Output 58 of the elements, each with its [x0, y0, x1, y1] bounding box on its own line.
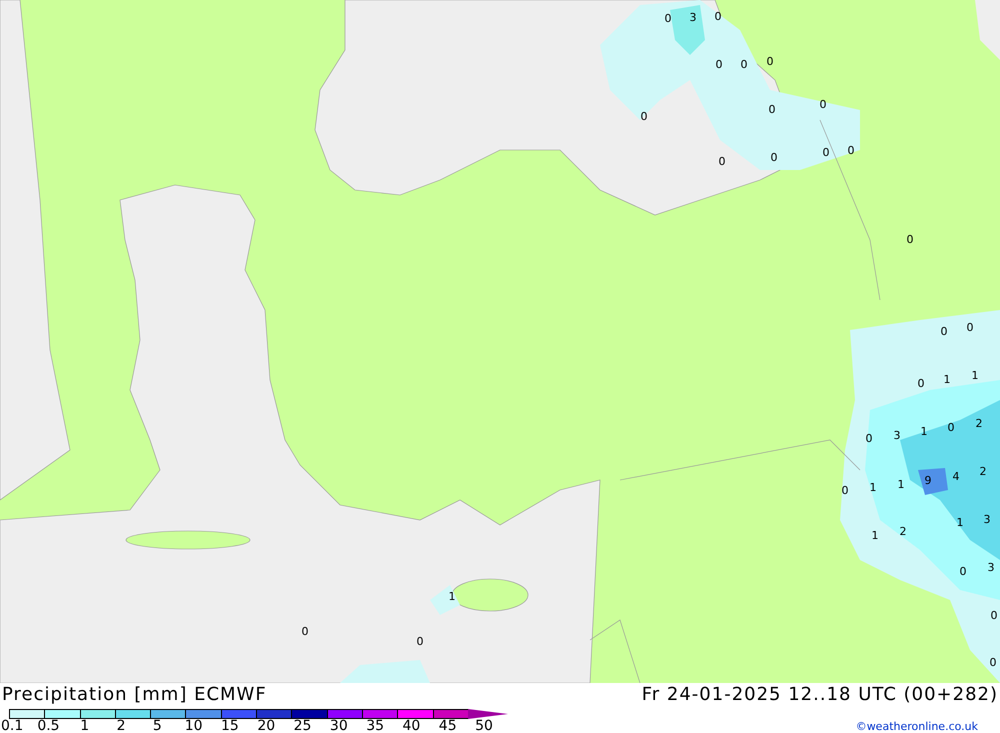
- legend-label: 30: [328, 719, 349, 733]
- legend-label: 35: [365, 719, 386, 733]
- precip-value-label: 0: [948, 421, 954, 434]
- precip-value-label: 1: [872, 529, 878, 542]
- precip-value-label: 0: [866, 432, 872, 445]
- precip-value-label: 0: [716, 58, 722, 71]
- legend-label: 2: [116, 719, 126, 733]
- precip-value-label: 1: [972, 369, 978, 382]
- precip-value-label: 9: [924, 474, 932, 487]
- precip-value-label: 0: [842, 484, 848, 497]
- precip-value-label: 3: [984, 513, 990, 526]
- legend-label: 0.1: [0, 719, 24, 733]
- precip-value-label: 0: [940, 325, 948, 338]
- legend-label: 5: [152, 719, 163, 733]
- precip-value-label: 0: [302, 625, 308, 638]
- precip-value-label: 0: [640, 110, 648, 123]
- credit-link[interactable]: ©weatheronline.co.uk: [856, 720, 978, 733]
- precip-value-label: 1: [956, 516, 964, 529]
- legend-label: 1: [79, 719, 90, 733]
- precip-value-label: 0: [714, 10, 722, 23]
- precip-value-label: 0: [740, 58, 748, 71]
- precip-value-label: 0: [990, 656, 996, 669]
- precip-value-label: 2: [980, 465, 986, 478]
- precip-value-label: 0: [766, 55, 774, 68]
- precip-value-label: 0: [768, 103, 776, 116]
- precip-value-label: 0: [906, 233, 914, 246]
- precip-value-label: 0: [820, 98, 826, 111]
- precip-value-label: 0: [718, 155, 726, 168]
- precip-value-label: 1: [898, 478, 904, 491]
- precip-value-label: 1: [448, 590, 456, 603]
- precip-value-label: 0: [822, 146, 830, 159]
- precip-value-label: 0: [770, 151, 778, 164]
- precip-value-label: 1: [920, 425, 928, 438]
- precip-value-label: 1: [870, 481, 876, 494]
- legend-label: 15: [220, 719, 240, 733]
- legend-label: 50: [474, 719, 494, 733]
- precip-value-label: 1: [944, 373, 950, 386]
- precip-value-label: 3: [988, 561, 994, 574]
- precip-value-label: 4: [952, 470, 960, 483]
- legend-label: 20: [256, 719, 276, 733]
- legend-label: 45: [438, 719, 458, 733]
- precip-value-label: 0: [918, 377, 924, 390]
- precip-value-label: 2: [900, 525, 906, 538]
- precip-value-label: 0: [664, 12, 672, 25]
- precip-value-label: 0: [848, 144, 854, 157]
- precip-value-label: 2: [976, 417, 982, 430]
- precip-value-label: 0: [966, 321, 974, 334]
- precip-value-label: 3: [690, 11, 696, 24]
- precip-value-label: 0: [416, 635, 424, 648]
- legend-label: 0.5: [36, 719, 61, 733]
- legend-label: 40: [402, 719, 422, 733]
- legend-label: 25: [292, 719, 312, 733]
- precip-value-label: 0: [990, 609, 998, 622]
- valid-time: Fr 24-01-2025 12..18 UTC (00+282): [642, 684, 998, 705]
- precip-value-label: 3: [894, 429, 900, 442]
- legend-label: 10: [184, 719, 204, 733]
- precip-value-label: 0: [960, 565, 966, 578]
- chart-title: Precipitation [mm] ECMWF: [2, 684, 267, 705]
